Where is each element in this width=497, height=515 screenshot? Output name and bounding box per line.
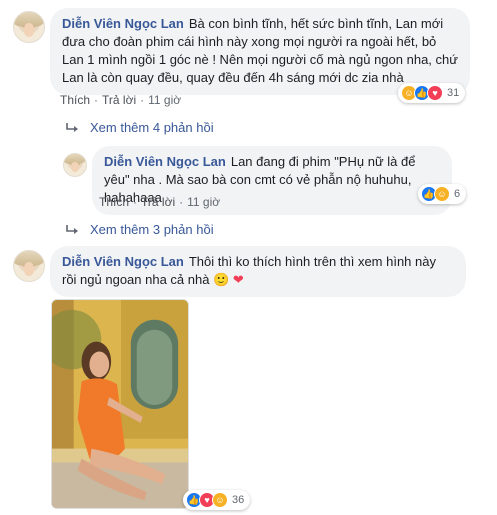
reaction-count: 6: [454, 188, 461, 200]
woman-in-orange-dress-photo: [52, 300, 188, 508]
like-button[interactable]: Thích: [60, 93, 90, 107]
avatar[interactable]: [13, 11, 45, 43]
haha-icon: ☺: [434, 186, 450, 202]
love-icon: ♥: [427, 85, 443, 101]
timestamp[interactable]: 11 giờ: [148, 93, 181, 107]
comment-author[interactable]: Diễn Viên Ngọc Lan: [104, 154, 226, 169]
reply-arrow-icon: [66, 224, 78, 234]
reaction-summary[interactable]: 👍 ♥ ☺ 36: [183, 490, 251, 510]
view-more-replies[interactable]: Xem thêm 4 phản hồi: [66, 120, 214, 135]
view-more-replies-label: Xem thêm 4 phản hồi: [90, 120, 214, 135]
view-more-replies[interactable]: Xem thêm 3 phản hồi: [66, 222, 214, 237]
timestamp[interactable]: 11 giờ: [187, 195, 220, 209]
reply-arrow-icon: [66, 122, 78, 132]
reply-button[interactable]: Trả lời: [102, 93, 136, 107]
comment-actions: Thích · Trả lời · 11 giờ: [99, 195, 221, 209]
view-more-replies-label: Xem thêm 3 phản hồi: [90, 222, 214, 237]
reaction-count: 36: [232, 494, 245, 506]
comment-photo[interactable]: [51, 299, 189, 509]
emoji-smile-heart-icon: 🙂 ❤: [213, 272, 244, 287]
comment-bubble: Diễn Viên Ngọc Lan Thôi thì ko thích hình…: [50, 246, 466, 297]
comment-actions: Thích · Trả lời · 11 giờ: [60, 93, 182, 107]
avatar[interactable]: [13, 250, 45, 282]
comment-author[interactable]: Diễn Viên Ngọc Lan: [62, 254, 184, 269]
reaction-summary[interactable]: 👍 ☺ 6: [418, 184, 467, 204]
avatar[interactable]: [63, 153, 87, 177]
comment-author[interactable]: Diễn Viên Ngọc Lan: [62, 16, 184, 31]
comment-bubble: Diễn Viên Ngọc Lan Bà con bình tĩnh, hết …: [50, 8, 470, 95]
reply-button[interactable]: Trả lời: [141, 195, 175, 209]
reaction-count: 31: [447, 87, 460, 99]
like-button[interactable]: Thích: [99, 195, 129, 209]
haha-icon: ☺: [212, 492, 228, 508]
reaction-summary[interactable]: ☺ 👍 ♥ 31: [398, 83, 466, 103]
